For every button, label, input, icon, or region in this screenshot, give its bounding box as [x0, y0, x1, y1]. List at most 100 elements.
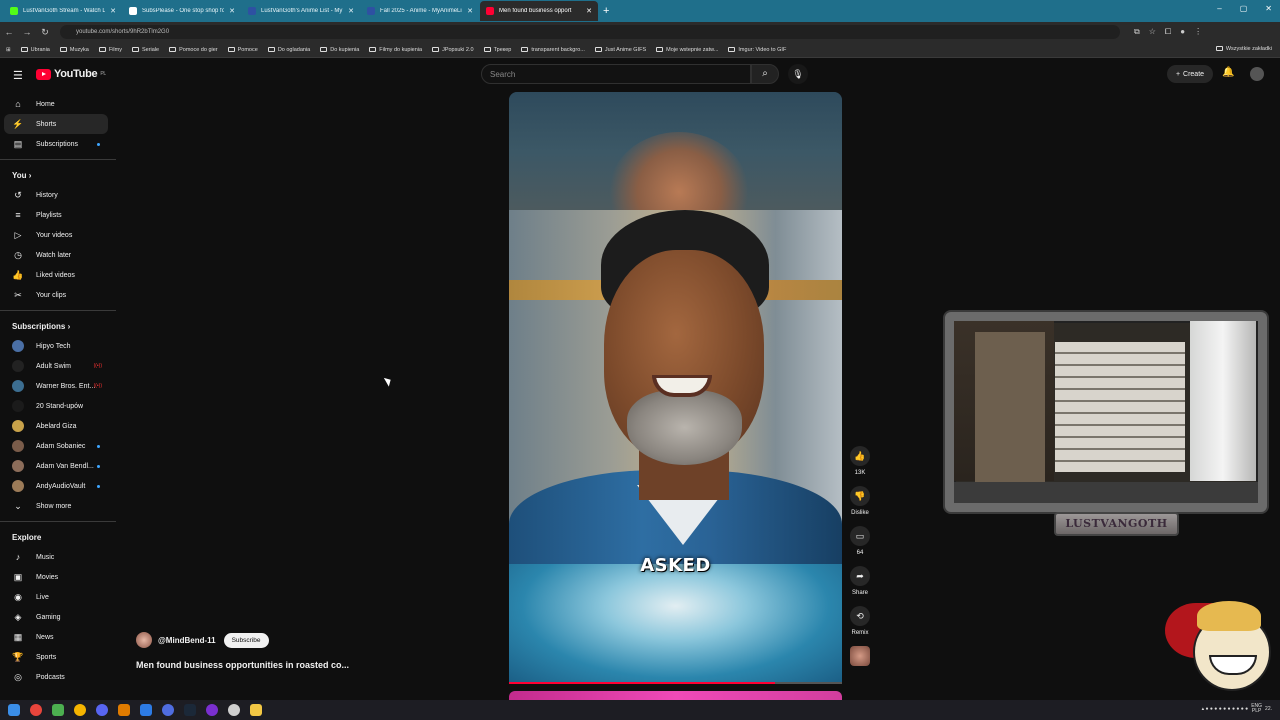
voice-search-button[interactable]: 🎙	[788, 64, 808, 84]
subscription-item[interactable]: Warner Bros. Ent... ((•))	[0, 376, 116, 396]
file-explorer-icon[interactable]	[250, 704, 262, 716]
app-icon[interactable]	[74, 704, 86, 716]
sidebar-item-movies[interactable]: ▣ Movies	[0, 567, 116, 587]
language-indicator[interactable]: ENG PLP	[1251, 704, 1262, 714]
close-tab-icon[interactable]: ✕	[586, 7, 592, 15]
search-input[interactable]: Search	[481, 64, 751, 84]
all-bookmarks[interactable]: Wszystkie zakładki	[1215, 46, 1272, 52]
subscription-item[interactable]: Hipyo Tech	[0, 336, 116, 356]
sidebar-item-gaming[interactable]: ◈ Gaming	[0, 607, 116, 627]
video-progress-bar[interactable]	[509, 682, 842, 684]
sidebar-item-subscriptions[interactable]: ▤ Subscriptions	[0, 134, 116, 154]
bookmark-item[interactable]: JPopsuki 2.0	[432, 47, 474, 53]
browser-tab[interactable]: Fall 2025 - Anime - MyAnimeLi ✕	[361, 1, 479, 21]
discord-icon[interactable]	[96, 704, 108, 716]
app-icon[interactable]	[228, 704, 240, 716]
obs-icon[interactable]	[206, 704, 218, 716]
sidebar-item-playlists[interactable]: ≡ Playlists	[0, 205, 116, 225]
bookmark-item[interactable]: Imgur: Video to GIF	[728, 47, 786, 53]
start-icon[interactable]	[8, 704, 20, 716]
close-window-button[interactable]: ✕	[1265, 4, 1272, 13]
subscription-item[interactable]: Adam Van Bendl...	[0, 456, 116, 476]
bookmark-item[interactable]: Do ogladania	[267, 47, 310, 53]
subscription-item[interactable]: AndyAudioVault	[0, 476, 116, 496]
subscription-item[interactable]: 20 Stand-upów	[0, 396, 116, 416]
tray-icons[interactable]: ▴ ● ● ● ● ● ● ● ● ● ●	[1202, 706, 1249, 712]
bookmark-item[interactable]: Muzyka	[59, 47, 89, 53]
app-icon[interactable]	[52, 704, 64, 716]
bookmark-item[interactable]: Pomoce	[227, 47, 258, 53]
close-tab-icon[interactable]: ✕	[110, 7, 116, 15]
app-icon[interactable]	[162, 704, 174, 716]
subscribe-button[interactable]: Subscribe	[223, 632, 269, 648]
bookmark-item[interactable]: Ubrania	[20, 47, 50, 53]
short-video-player[interactable]: ASKED	[509, 92, 842, 684]
channel-avatar[interactable]	[136, 632, 152, 648]
account-avatar[interactable]	[1250, 67, 1264, 81]
steam-icon[interactable]	[184, 704, 196, 716]
close-tab-icon[interactable]: ✕	[229, 7, 235, 15]
profile-icon[interactable]: ●	[1180, 27, 1185, 37]
share-button[interactable]: ➦ Share	[846, 566, 874, 596]
sidebar-item-podcasts[interactable]: ◎ Podcasts	[0, 667, 116, 687]
bookmark-star-icon[interactable]: ☆	[1149, 27, 1156, 37]
short-title[interactable]: Men found business opportunities in roas…	[136, 660, 349, 670]
sidebar-item-watch-later[interactable]: ◷ Watch later	[0, 245, 116, 265]
sidebar-heading-subscriptions[interactable]: Subscriptions ›	[0, 316, 116, 336]
subscription-item[interactable]: Adult Swim ((•))	[0, 356, 116, 376]
minimize-button[interactable]: –	[1217, 4, 1221, 13]
remix-button[interactable]: ⟲ Remix	[846, 606, 874, 636]
close-tab-icon[interactable]: ✕	[348, 7, 354, 15]
bookmark-item[interactable]: transparent backgro...	[521, 47, 585, 53]
dislike-button[interactable]: 👎 Dislike	[846, 486, 874, 516]
subscription-item[interactable]: Adam Sobaniec	[0, 436, 116, 456]
bookmark-item[interactable]: Трекер	[483, 47, 511, 53]
show-more-button[interactable]: ⌄ Show more	[0, 496, 116, 516]
apps-icon[interactable]: ⊞	[6, 47, 11, 53]
bookmark-item[interactable]: Filmy	[98, 47, 122, 53]
browser-tab[interactable]: LustVanGoth's Anime List - My ✕	[242, 1, 360, 21]
chrome-icon[interactable]	[30, 704, 42, 716]
maximize-button[interactable]: ▢	[1240, 4, 1248, 13]
bookmark-item[interactable]: Do kupienia	[320, 47, 359, 53]
forward-icon[interactable]: →	[18, 27, 36, 37]
sidebar-item-home[interactable]: ⌂ Home	[0, 94, 116, 114]
subscription-item[interactable]: Abelard Giza	[0, 416, 116, 436]
bookmark-item[interactable]: Just Anime GIFS	[594, 47, 646, 53]
sidebar-item-sports[interactable]: 🏆 Sports	[0, 647, 116, 667]
browser-tab[interactable]: SubsPlease - One stop shop fo ✕	[123, 1, 241, 21]
sound-thumbnail[interactable]	[850, 646, 870, 666]
browser-tab[interactable]: Men found business opport ✕	[480, 1, 598, 21]
sidebar-item-your-clips[interactable]: ✂ Your clips	[0, 285, 116, 305]
bookmark-item[interactable]: Pomoce do gier	[169, 47, 218, 53]
sidebar-item-live[interactable]: ◉ Live	[0, 587, 116, 607]
sidebar-item-liked-videos[interactable]: 👍 Liked videos	[0, 265, 116, 285]
comments-button[interactable]: ▭ 64	[846, 526, 874, 556]
new-tab-button[interactable]: +	[603, 5, 609, 17]
reload-icon[interactable]: ↻	[36, 27, 54, 38]
install-icon[interactable]: ⧉	[1134, 27, 1140, 37]
bookmark-item[interactable]: Filmy do kupienia	[369, 47, 422, 53]
browser-tab[interactable]: LustVanGoth Stream - Watch L ✕	[4, 1, 122, 21]
youtube-logo[interactable]: YouTube PL	[36, 68, 106, 80]
close-tab-icon[interactable]: ✕	[467, 7, 473, 15]
clock[interactable]: 22.	[1265, 706, 1272, 712]
url-field[interactable]: youtube.com/shorts/9hR2bTlm2G0	[60, 25, 1120, 39]
browser-menu-icon[interactable]: ⋮	[1194, 27, 1202, 37]
like-button[interactable]: 👍 13K	[846, 446, 874, 476]
app-icon[interactable]	[140, 704, 152, 716]
back-icon[interactable]: ←	[0, 27, 18, 37]
hamburger-menu-icon[interactable]: ☰	[13, 69, 23, 82]
sidebar-item-your-videos[interactable]: ▷ Your videos	[0, 225, 116, 245]
sidebar-item-shorts[interactable]: ⚡ Shorts	[4, 114, 108, 134]
bookmark-item[interactable]: Seriale	[131, 47, 159, 53]
search-button[interactable]: ⌕	[751, 64, 779, 84]
sidebar-item-history[interactable]: ↺ History	[0, 185, 116, 205]
extensions-icon[interactable]: ⧠	[1165, 27, 1171, 37]
sidebar-heading-you[interactable]: You ›	[0, 165, 116, 185]
channel-name[interactable]: @MindBend-11	[158, 636, 216, 645]
notifications-bell-icon[interactable]: 🔔	[1222, 67, 1234, 78]
bookmark-item[interactable]: Moje wstepnie zatw...	[656, 47, 718, 53]
create-button[interactable]: + Create	[1167, 65, 1213, 83]
sidebar-item-news[interactable]: ▦ News	[0, 627, 116, 647]
